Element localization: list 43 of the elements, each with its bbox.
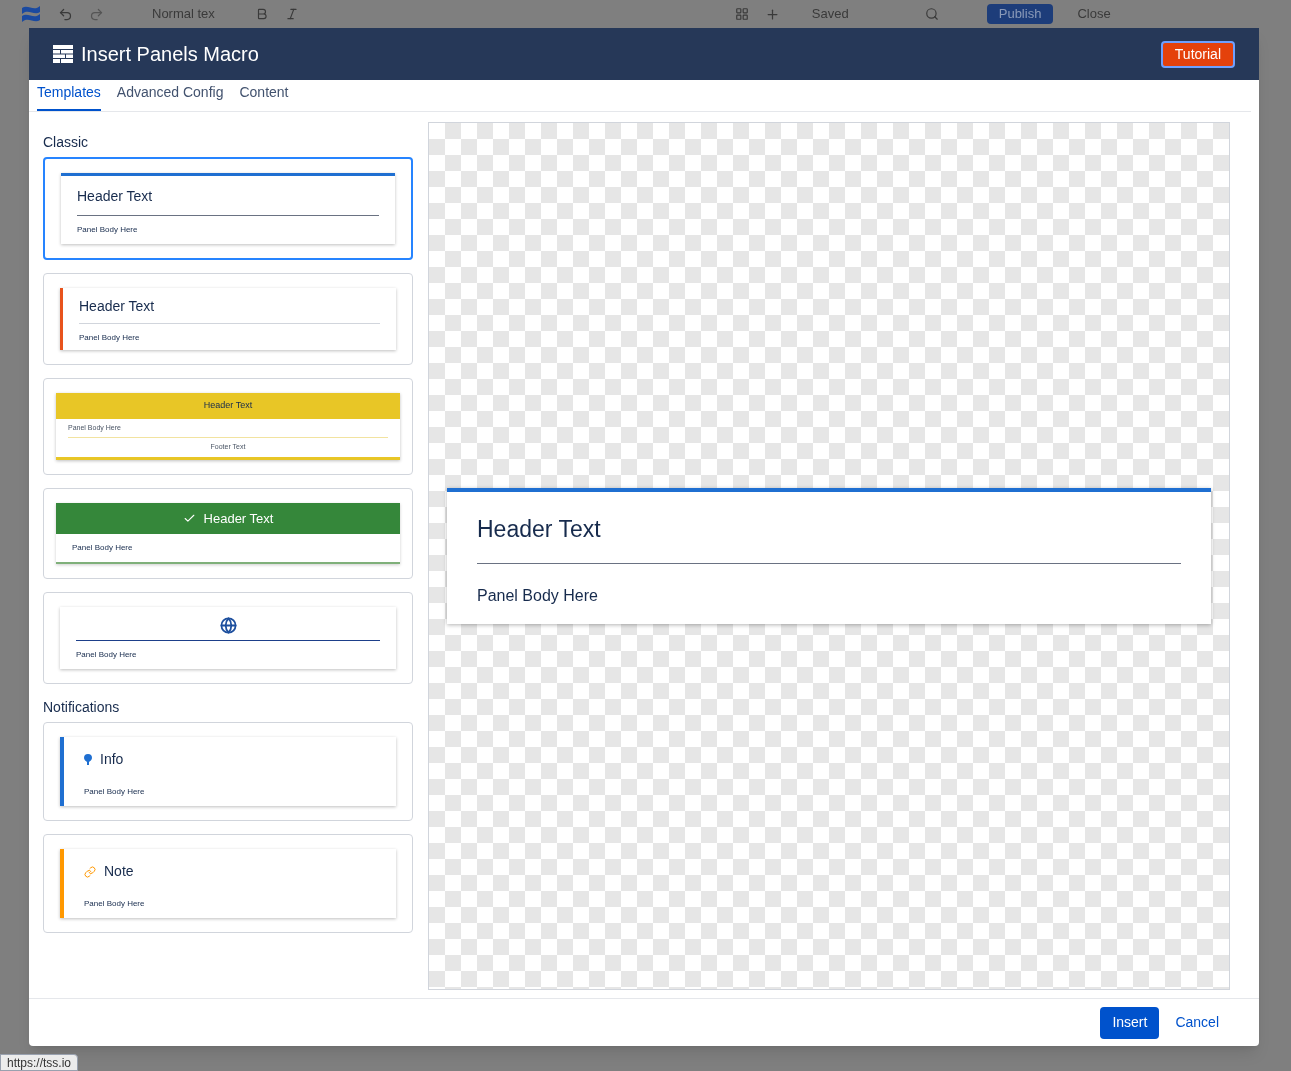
preview-header: Header Text — [477, 512, 1181, 564]
dialog-title: Insert Panels Macro — [81, 42, 259, 67]
status-url: https://tss.io — [0, 1054, 79, 1071]
globe-icon — [219, 617, 237, 634]
panel-header: Note — [104, 862, 134, 881]
panel-body: Panel Body Here — [84, 898, 146, 910]
publish-button[interactable]: Publish — [986, 4, 1054, 24]
tab[interactable]: Advanced Config — [116, 82, 224, 111]
template-option[interactable]: Note Panel Body Here — [43, 834, 413, 933]
table-icon[interactable] — [734, 7, 749, 21]
preview-body: Panel Body Here — [477, 585, 599, 606]
template-option[interactable]: Info Panel Body Here — [43, 722, 413, 821]
pin-icon — [84, 754, 92, 765]
panels-icon — [53, 45, 73, 63]
panel-body: Panel Body Here — [71, 542, 134, 554]
plus-icon[interactable] — [764, 6, 780, 22]
save-status: Saved — [811, 5, 849, 24]
section-title: Classic — [43, 133, 90, 152]
redo-icon[interactable] — [89, 6, 104, 22]
panel-header: Header Text — [79, 296, 380, 324]
header-text: Header Text — [203, 509, 274, 528]
template-option[interactable]: Header Text Panel Body Here — [43, 157, 413, 260]
logo-icon — [20, 4, 42, 24]
undo-icon[interactable] — [58, 6, 73, 22]
search-icon[interactable] — [924, 7, 939, 21]
italic-icon[interactable] — [284, 7, 299, 21]
cancel-button[interactable]: Cancel — [1171, 1012, 1223, 1033]
panel-header: Header Text — [77, 186, 379, 216]
panel-header: Info — [100, 750, 124, 769]
panel-body: Panel Body Here — [84, 786, 146, 798]
link-icon — [84, 865, 96, 878]
template-option[interactable]: Panel Body Here — [43, 592, 413, 684]
tab[interactable]: Templates — [37, 82, 101, 111]
tutorial-button[interactable]: Tutorial — [1160, 40, 1235, 68]
section-title: Notifications — [43, 698, 121, 717]
insert-button[interactable]: Insert — [1100, 1006, 1160, 1039]
template-option[interactable]: Header Text Panel Body Here — [43, 487, 413, 579]
panel-body: Panel Body Here — [76, 649, 138, 661]
tab[interactable]: Content — [239, 82, 289, 111]
template-option[interactable]: Header Text Panel Body Here — [43, 273, 413, 365]
panel-header: Header Text — [56, 393, 400, 419]
panel-body: Panel Body Here — [77, 224, 139, 236]
panel-body: Panel Body Here — [79, 332, 141, 344]
